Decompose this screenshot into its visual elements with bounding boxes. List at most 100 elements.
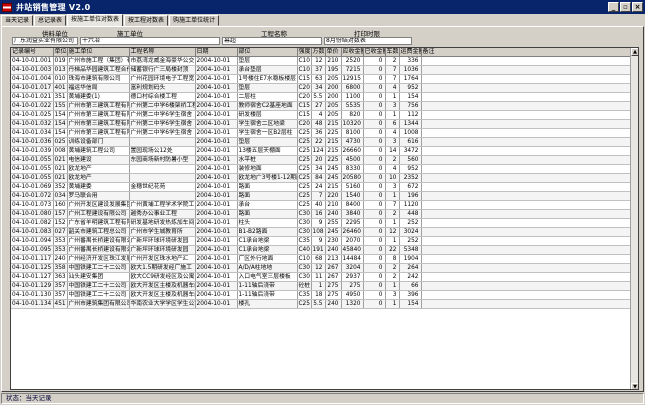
table-cell: 广州花园环境电子工程宽 [129,74,196,84]
table-cell: 2004-10-01 [195,218,238,228]
table-cell: 2004-10-01 [195,263,238,273]
table-cell: 2004-10-01 [195,191,238,201]
table-cell: 155 [53,101,68,111]
scroll-down-icon[interactable]: ▼ [631,383,638,389]
table-cell: 广东省羊明建筑工程有限公 [67,218,130,228]
table-cell: 12915 [341,74,364,84]
table-row[interactable]: 04-10-01.001019广州市施工程（集团）有限市荔湾龙威金海豪华公交20… [11,56,631,66]
table-row[interactable]: 04-10-01.130 357 中国铁建工二十二公司 欧大开发区主楼及机器车间 200… [11,290,631,300]
tab-0[interactable]: 当天记录 [1,15,34,26]
minimize-button[interactable]: _ [608,2,619,12]
table-cell: 154 [399,299,422,309]
table-cell: 0 [363,137,386,147]
maximize-button[interactable]: ▫ [620,2,631,12]
table-row[interactable]: 04-10-01.073160广州开发区建设发展集团有广州黄埔工程学术学院工20… [11,200,631,210]
column-header[interactable]: 工程名称 [129,48,196,57]
table-cell [421,74,631,84]
table-cell [421,290,631,300]
table-row[interactable]: 04-10-01.083 027 韶关市建筑工程总公司 广州市学生城教育所 2004-1… [11,227,631,237]
column-header[interactable]: 强度 [297,48,312,57]
column-header[interactable]: 备注 [421,48,631,57]
table-cell: C25 [297,173,312,183]
table-cell: 2004-10-01 [195,83,238,93]
table-row[interactable]: 04-10-01.039 008 黄埔建筑工程公司 置园现场公12处 2004-10-0… [11,146,631,156]
tab-1[interactable]: 总记录表 [34,15,67,26]
table-row[interactable]: 04-10-01.055 021 欧龙地产 2004-10-01 装修地面 C25 34 24… [11,164,631,174]
tab-2[interactable]: 按施工单位对数表 [67,14,124,26]
vertical-scrollbar[interactable]: ▲ ▼ [630,48,638,389]
table-cell: 欧大1.5期研发经厂施工 [129,263,196,273]
table-cell: 承台 [237,200,298,210]
table-row[interactable]: 04-10-01.095353广州番禺长桥建设有限公司广新坪环球环境研发园200… [11,245,631,255]
table-cell [421,137,631,147]
table-row[interactable]: 04-10-01.134 451 广州市建筑集团有限公司 华南农业大学学区学生公寓 20… [11,299,631,309]
table-cell: 10320 [341,119,364,129]
table-cell [421,155,631,165]
tab-3[interactable]: 按工程对数表 [124,15,169,26]
column-header[interactable]: 单价 [325,48,342,57]
table-row[interactable]: 04-10-01.036 025 训练设备部门 2004-10-01 垫层 C25 22 21… [11,137,631,147]
project-field[interactable]: 幕超 [222,37,322,45]
column-header[interactable]: 方数 [311,48,326,57]
table-row[interactable]: 04-10-01.034154广州市第三建筑工程有限公广州第二中学6学生宿舍20… [11,128,631,138]
table-cell: 245 [325,173,342,183]
table-cell: 2004-10-01 [195,245,238,255]
column-header[interactable]: 车数 [385,48,400,57]
table-cell [421,92,631,102]
table-cell: C30 [297,218,312,228]
table-cell: 04-10-01.017 [11,83,54,93]
table-cell [421,83,631,93]
table-row[interactable]: 04-10-01.032154广州市第三建筑工程有限公广州第二中学6学生宿舍20… [11,119,631,129]
column-header[interactable]: 记录编号 [11,48,54,57]
table-row[interactable]: 04-10-01.055 021 电信建设 东园商场新村防暑小型 2004-10-01 水… [11,155,631,165]
table-cell: 45840 [341,245,364,255]
table-row[interactable]: 04-10-01.003013丹梯品华园建筑工程合作社储蓄银行广三局楼封顶200… [11,65,631,75]
window-controls: _ ▫ × [608,2,643,12]
table-cell: 3472 [399,146,422,156]
table-cell: 7 [385,65,400,75]
print-field[interactable]: 8月份结对数表 [324,37,412,45]
table-row[interactable]: 04-10-01.055 021 欧龙地产 2004-10-01 欧龙地广3号楼1-12… [11,173,631,183]
table-row[interactable]: 04-10-01.069 352 黄埔建委 金穗世纪花苑 2004-10-01 路面 C25… [11,182,631,192]
table-row[interactable]: 04-10-01.117240广州经济开发区珠江发展有广州开发区珠水地产汇200… [11,254,631,264]
column-header[interactable]: 单位编号 [53,48,68,57]
construct-field[interactable]: 十六冶 [80,37,220,45]
table-cell [421,128,631,138]
table-cell: C25 [297,137,312,147]
table-row[interactable]: 04-10-01.094353广州番禺长桥建设有限公司广新坪环球环境研发园200… [11,236,631,246]
column-header[interactable]: 日期 [195,48,238,57]
table-row[interactable]: 04-10-01.080 157 广州工程建设有限公司 越秀办公事业工程 2004-10… [11,209,631,219]
table-row[interactable]: 04-10-01.072 034 罗马联合用 2004-10-01 路面 C25 7 220 1… [11,191,631,201]
table-row[interactable]: 04-10-01.025154广州市第三建筑工程有限公广州第二中学6学生宿舍20… [11,110,631,120]
supply-field[interactable]: 广东润益实业有限公司 [12,37,78,45]
table-cell: 广州市第三建筑工程有限公 [67,110,130,120]
table-cell: C25 [297,128,312,138]
table-row[interactable]: 04-10-01.129 357 中国铁建工二十二公司 欧大开发区主楼及机器车间 200… [11,281,631,291]
table-cell: 教师宿舍C2基座地面 [237,101,298,111]
table-cell: 训练设备部门 [67,137,130,147]
table-row[interactable]: 04-10-01.022155广州市第三建筑工程有限公广州第二中学6楼架桥工程2… [11,101,631,111]
column-header[interactable]: 施工单位 [67,48,130,57]
table-row[interactable]: 04-10-01.082152广东省羊明建筑工程有限公研发基地研发热炼加车间20… [11,218,631,228]
column-header[interactable]: 运费金额 [399,48,422,57]
table-cell: 广州第二中学6学生宿舍 [129,128,196,138]
table-cell: 240 [325,245,342,255]
scroll-up-icon[interactable]: ▲ [631,48,638,56]
data-grid[interactable]: 记录编号单位编号施工单位工程名称日期部位强度方数单价应收金额已收金额车数运费金额… [10,47,639,390]
close-button[interactable]: × [632,2,643,12]
column-header[interactable]: 已收金额 [363,48,386,57]
column-header[interactable]: 部位 [237,48,298,57]
column-header[interactable]: 应收金额 [341,48,364,57]
table-cell: 0 [363,290,386,300]
tab-4[interactable]: 购施工单位统计 [169,15,220,26]
table-row[interactable]: 04-10-01.125 358 中国铁建工二十二公司 欧大1.5期研发经厂施工 200… [11,263,631,273]
table-cell: 0 [363,83,386,93]
table-cell: 353 [53,245,68,255]
table-cell: 7 [311,191,326,201]
table-row[interactable]: 04-10-01.004 010 珠海市建筑有限公司 广州花园环境电子工程宽 2004-… [11,74,631,84]
table-row[interactable]: 04-10-01.127 363 汕头建安集团 欧大CC9研发经区及公寓处 2004-1… [11,272,631,282]
table-row[interactable]: 04-10-01.017 401 福运华信局 富利规划码头 2004-10-01 垫层 C2… [11,83,631,93]
table-row[interactable]: 04-10-01.021 351 黄埔建委(1) 德口村综合楼工程 2004-10-01… [11,92,631,102]
table-cell: 154 [53,110,68,120]
table-cell: 汕头建安集团 [67,272,130,282]
